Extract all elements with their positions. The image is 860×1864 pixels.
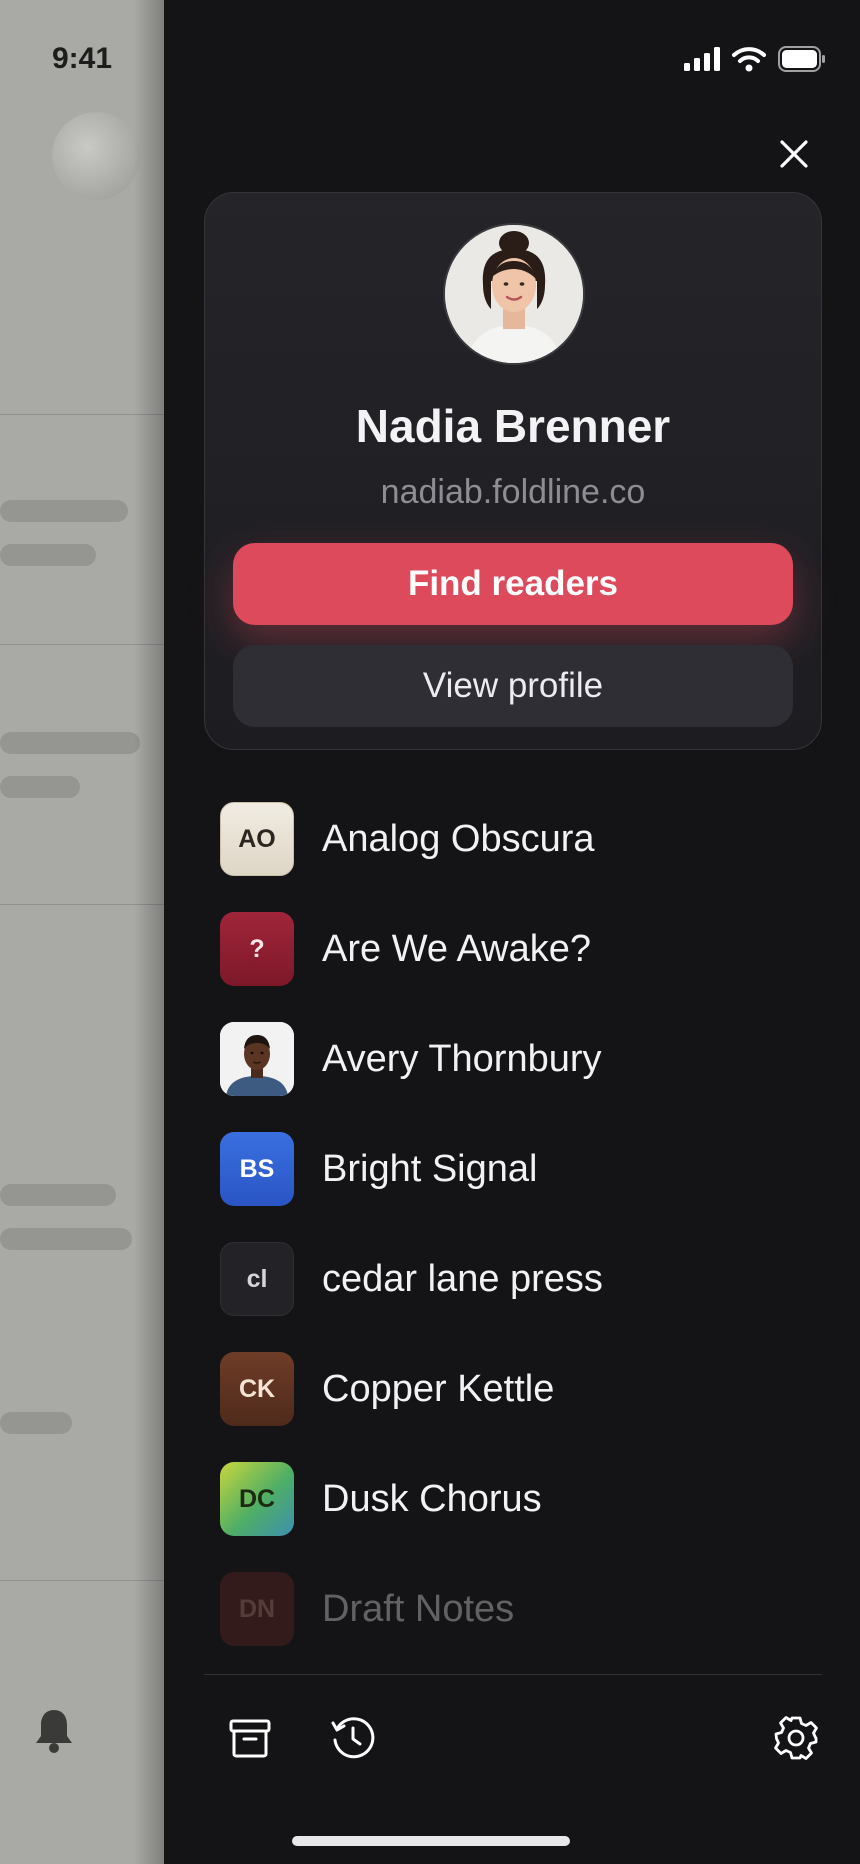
settings-icon [774,1716,818,1760]
publication-badge: DC [220,1462,294,1536]
list-item-are-we-awake[interactable]: ? Are We Awake? [220,894,820,1004]
toolbar-divider [204,1674,822,1675]
publication-label: Analog Obscura [322,817,595,860]
publication-label: Avery Thornbury [322,1037,602,1080]
publication-badge: AO [220,802,294,876]
background-avatar [52,112,140,200]
list-item-avery-thornbury[interactable]: Avery Thornbury [220,1004,820,1114]
archive-button[interactable] [218,1706,282,1770]
find-readers-button[interactable]: Find readers [233,543,793,625]
history-icon [331,1717,375,1759]
bell-icon [34,1706,74,1754]
profile-name: Nadia Brenner [355,400,671,452]
profile-card: Nadia Brenner nadiab.foldline.co Find re… [204,192,822,750]
history-button[interactable] [321,1706,385,1770]
view-profile-button[interactable]: View profile [233,645,793,727]
publication-badge: cl [220,1242,294,1316]
publication-badge: DN [220,1572,294,1646]
drawer-shadow [134,0,164,1864]
background-placeholder [0,1184,116,1206]
list-item-analog-obscura[interactable]: AO Analog Obscura [220,784,820,894]
background-placeholder [0,1412,72,1434]
cellular-icon [684,47,720,76]
close-button[interactable] [764,124,824,184]
list-item-draft-notes[interactable]: DN Draft Notes [220,1554,820,1664]
publication-label: Draft Notes [322,1587,515,1630]
home-indicator [292,1836,570,1846]
background-placeholder [0,1228,132,1250]
list-item-copper-kettle[interactable]: CK Copper Kettle [220,1334,820,1444]
publication-avatar [220,1022,294,1096]
list-item-bright-signal[interactable]: BS Bright Signal [220,1114,820,1224]
publication-label: Dusk Chorus [322,1477,542,1520]
battery-icon [778,46,826,77]
publication-list: AO Analog Obscura ? Are We Awake? Avery … [220,784,820,1664]
close-icon [780,140,808,168]
background-placeholder [0,732,140,754]
publication-badge: BS [220,1132,294,1206]
background-placeholder [0,500,128,522]
profile-handle: nadiab.foldline.co [380,473,646,511]
publication-label: Copper Kettle [322,1367,555,1410]
publication-label: Bright Signal [322,1147,538,1190]
profile-avatar[interactable] [443,223,585,365]
publication-label: Are We Awake? [322,927,591,970]
background-placeholder [0,776,80,798]
archive-icon [229,1719,271,1758]
status-time: 9:41 [52,42,113,75]
publication-badge: ? [220,912,294,986]
account-drawer: Nadia Brenner nadiab.foldline.co Find re… [164,0,860,1864]
list-item-dusk-chorus[interactable]: DC Dusk Chorus [220,1444,820,1554]
publication-badge: CK [220,1352,294,1426]
background-app: 9:41 [0,0,164,1864]
wifi-icon [732,46,766,77]
settings-button[interactable] [764,1706,828,1770]
background-placeholder [0,544,96,566]
publication-label: cedar lane press [322,1257,603,1300]
status-icons [684,46,826,77]
list-item-cedar-lane-press[interactable]: cl cedar lane press [220,1224,820,1334]
